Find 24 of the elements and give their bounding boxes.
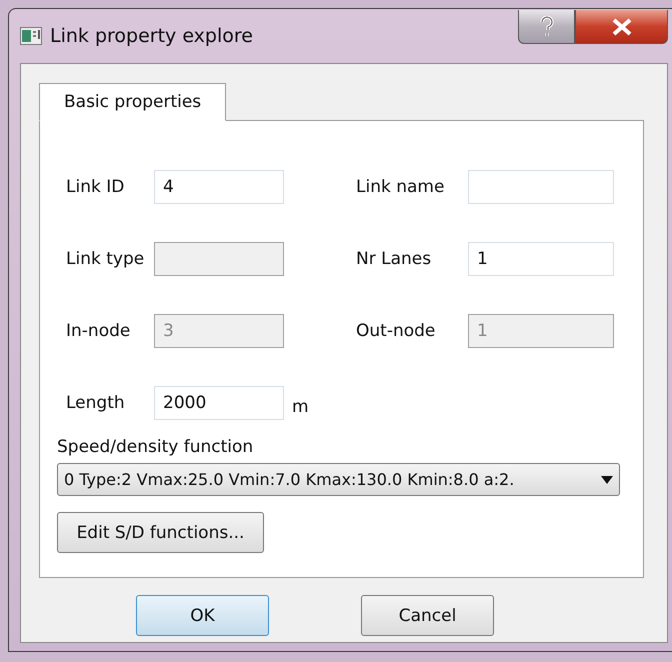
close-icon <box>610 18 632 36</box>
app-icon <box>20 27 42 45</box>
field-label: Link name <box>356 177 446 197</box>
close-button[interactable] <box>575 10 668 44</box>
field-label: Link type <box>66 249 146 269</box>
field-label: Nr Lanes <box>356 249 432 269</box>
input-field[interactable]: 1 <box>468 242 614 276</box>
tab[interactable]: Basic properties <box>39 83 226 121</box>
field-label: In-node <box>66 321 132 341</box>
dialog-button[interactable]: Cancel <box>361 595 494 636</box>
field-label: Length <box>66 393 126 413</box>
field-label: Link ID <box>66 177 126 197</box>
field-label: Speed/density function <box>57 437 254 457</box>
input-field[interactable]: 2000 <box>154 386 284 420</box>
help-button[interactable] <box>518 10 575 44</box>
input-field[interactable]: 4 <box>154 170 284 204</box>
field-label: Out-node <box>356 321 436 341</box>
help-icon <box>540 16 554 38</box>
dialog-button[interactable]: OK <box>136 595 269 636</box>
unit-label: m <box>292 397 309 417</box>
edit-functions-button[interactable]: Edit S/D functions... <box>57 512 264 553</box>
window-title: Link property explore <box>50 25 253 47</box>
function-dropdown[interactable]: 0 Type:2 Vmax:25.0 Vmin:7.0 Kmax:130.0 Kmin:8.0 a:2. <box>57 463 620 496</box>
dropdown-arrow-icon <box>601 476 613 484</box>
